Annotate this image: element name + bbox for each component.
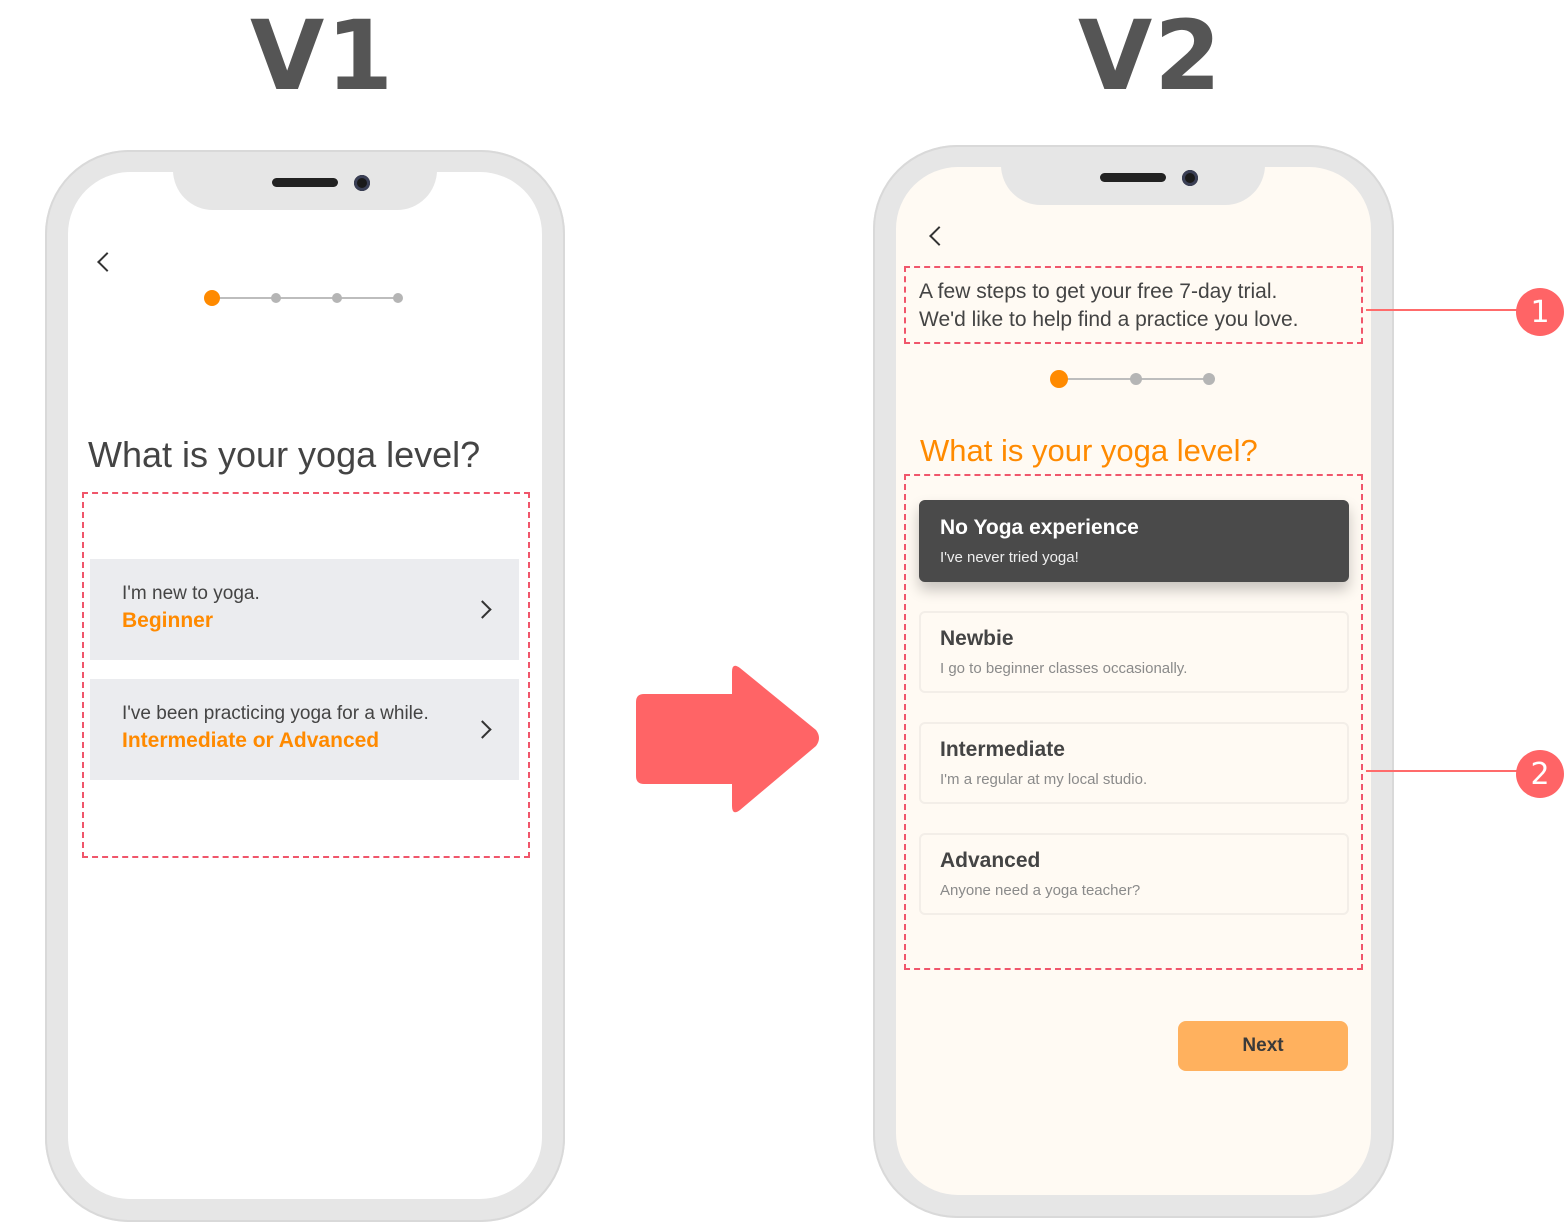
- chevron-left-icon[interactable]: [929, 226, 949, 246]
- v1-title: V1: [250, 0, 396, 112]
- v1-speaker: [272, 178, 338, 187]
- v2-question: What is your yoga level?: [920, 433, 1258, 468]
- callout-line-2: [1366, 770, 1518, 772]
- step-dot-1: [204, 290, 220, 306]
- v2-speaker: [1100, 173, 1166, 182]
- callout-line-1: [1366, 309, 1518, 311]
- step-dot-3: [1203, 373, 1215, 385]
- stepper-track: [212, 297, 399, 299]
- step-dot-2: [271, 293, 281, 303]
- v2-intro-highlight: [904, 266, 1363, 344]
- next-button[interactable]: Next: [1178, 1021, 1348, 1071]
- v2-title: V2: [1078, 0, 1224, 112]
- callout-badge-1: 1: [1516, 288, 1564, 336]
- v1-camera: [354, 175, 370, 191]
- v1-question: What is your yoga level?: [88, 434, 481, 475]
- v2-camera: [1182, 170, 1198, 186]
- step-dot-2: [1130, 373, 1142, 385]
- v2-options-highlight: [904, 474, 1363, 970]
- step-dot-4: [393, 293, 403, 303]
- v1-options-highlight: [82, 492, 530, 858]
- callout-badge-2: 2: [1516, 750, 1564, 798]
- step-dot-3: [332, 293, 342, 303]
- arrow-right-icon: [636, 665, 819, 813]
- chevron-left-icon[interactable]: [97, 252, 117, 272]
- step-dot-1: [1050, 370, 1068, 388]
